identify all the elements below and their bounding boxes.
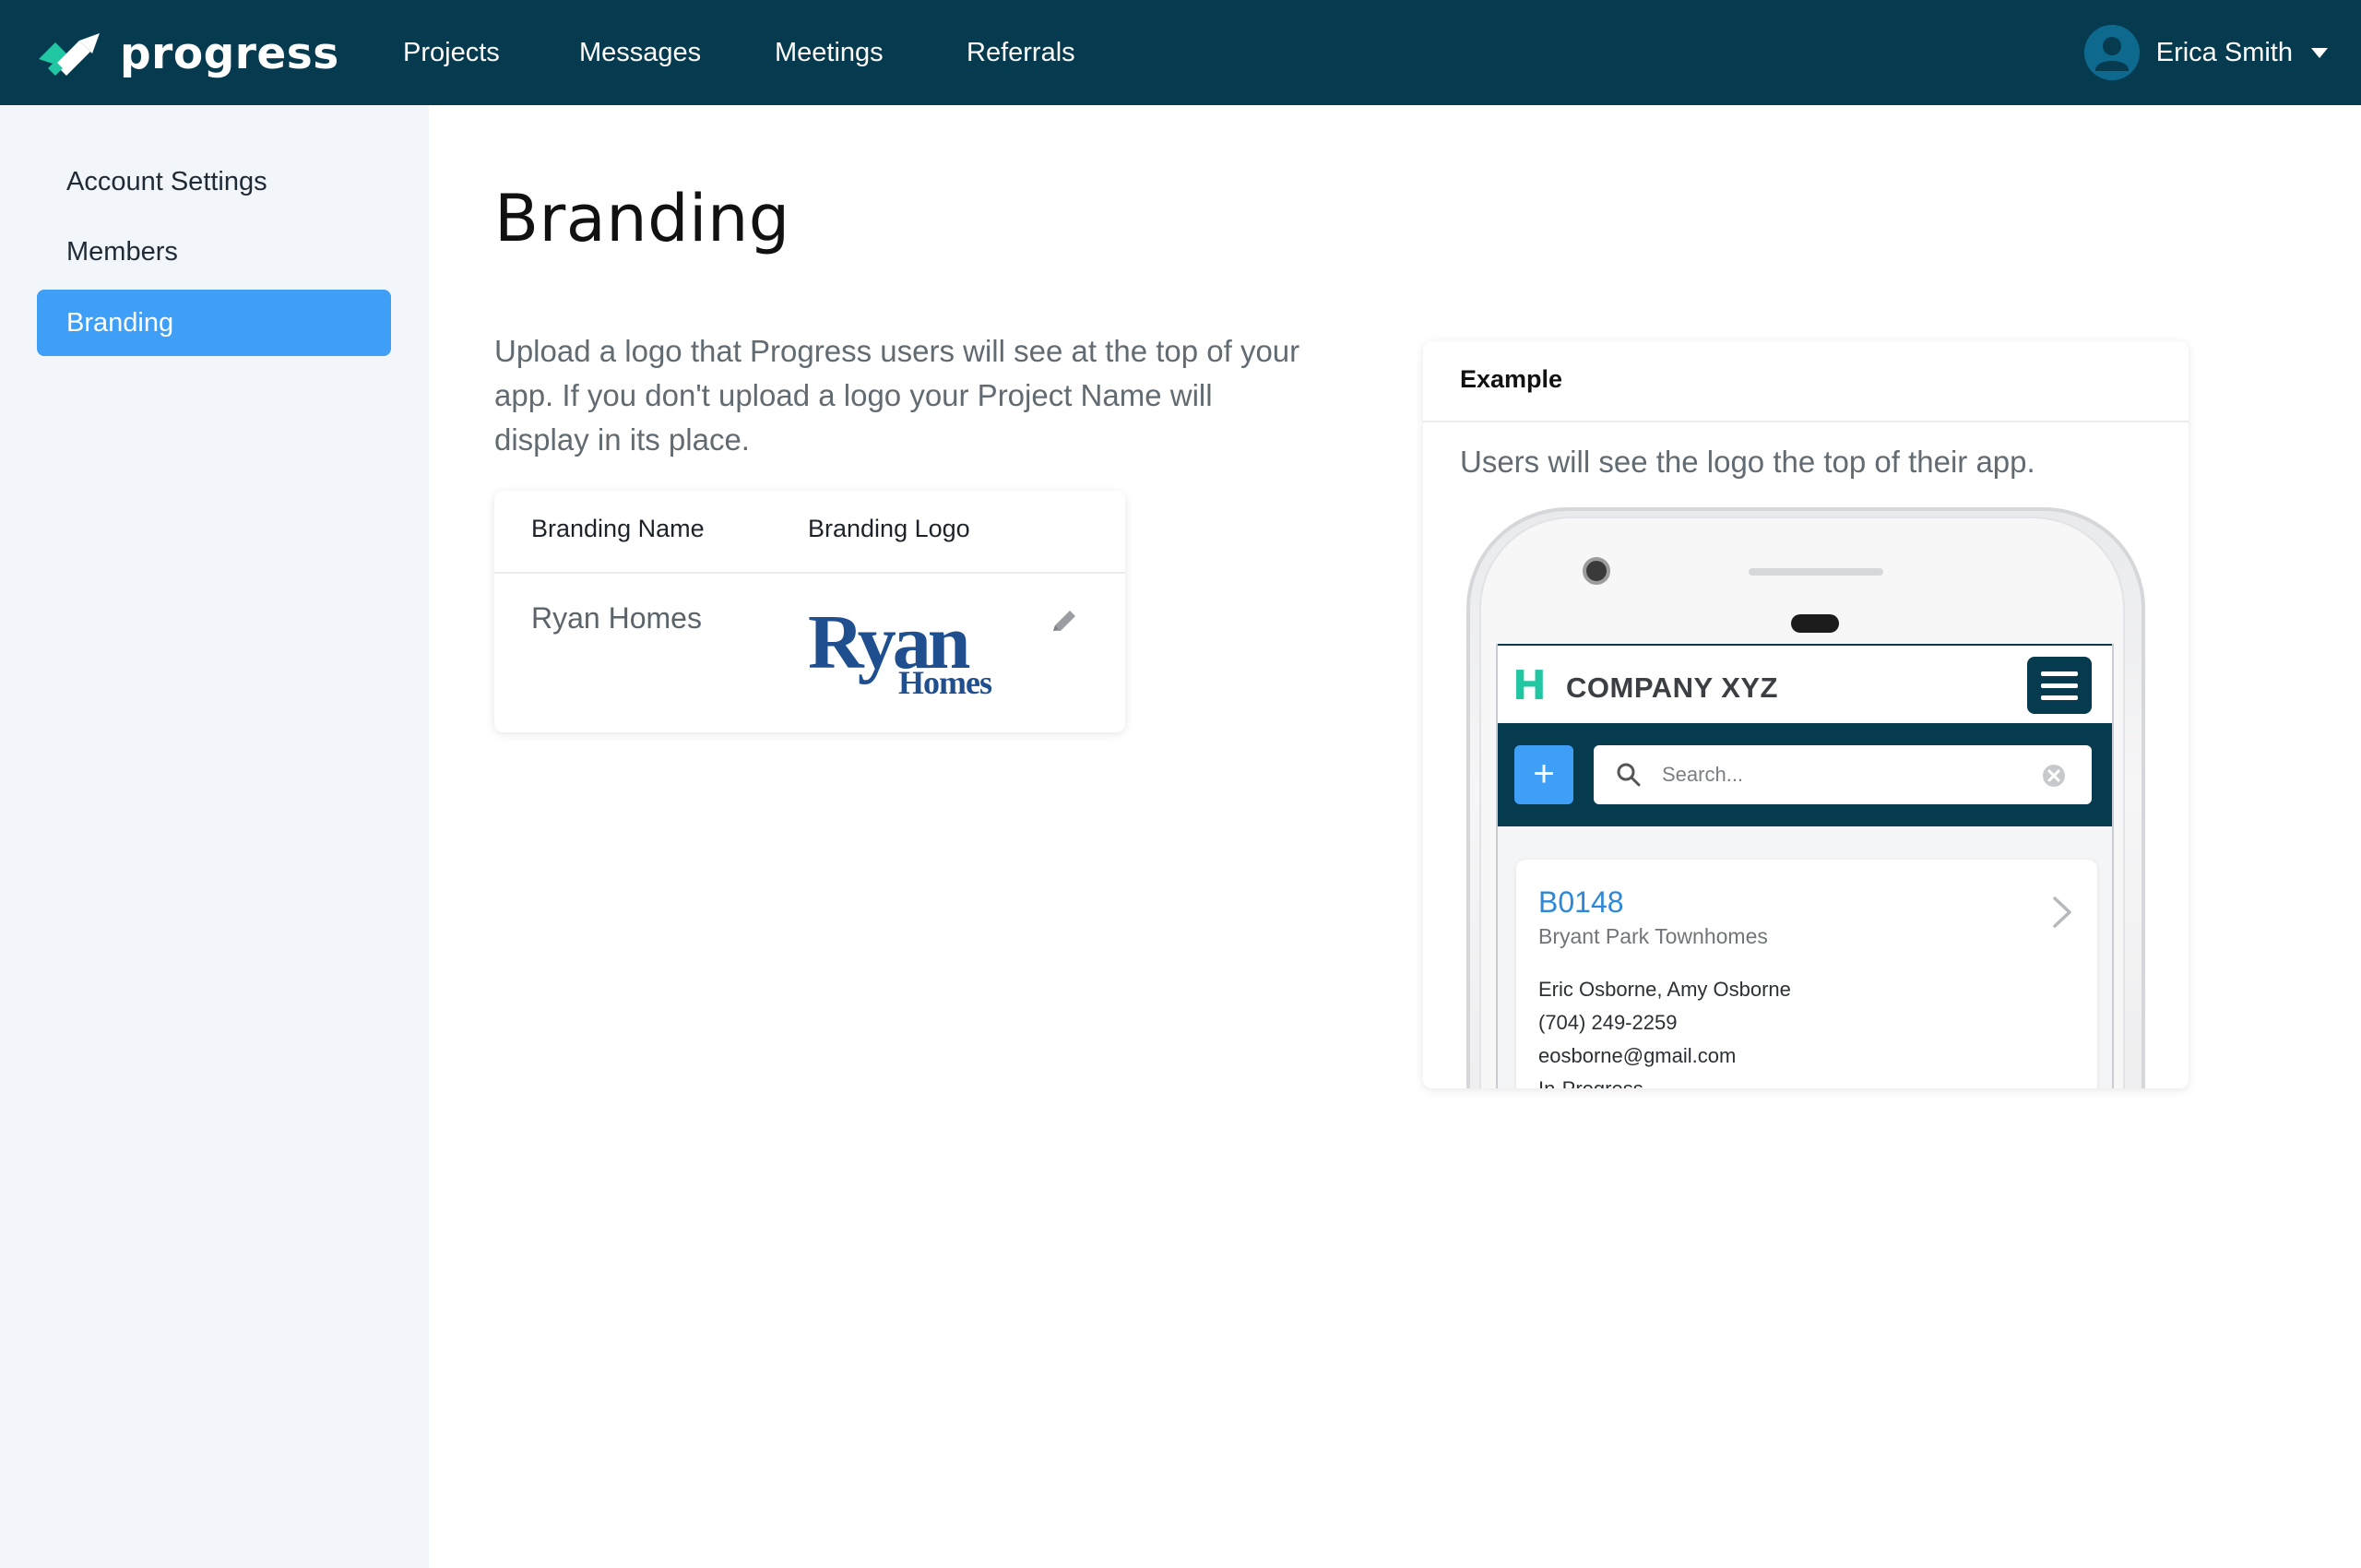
- example-card: Example Users will see the logo the top …: [1423, 341, 2189, 1088]
- project-id: B0148: [1538, 885, 1624, 919]
- project-status: In-Progress: [1538, 1077, 1643, 1088]
- chevron-down-icon[interactable]: [2311, 47, 2328, 58]
- search-input[interactable]: [1662, 745, 2031, 804]
- nav-projects[interactable]: Projects: [403, 35, 500, 70]
- search-box: [1594, 745, 2092, 804]
- chevron-right-icon[interactable]: [2051, 895, 2073, 930]
- hamburger-menu-icon[interactable]: [2027, 657, 2092, 714]
- search-icon: [1617, 763, 1641, 787]
- page-title: Branding: [494, 181, 790, 256]
- company-name: COMPANY XYZ: [1566, 671, 1778, 704]
- add-button[interactable]: +: [1514, 745, 1573, 804]
- sensor-icon: [1791, 614, 1839, 633]
- sidebar: Account Settings Members Branding: [0, 105, 429, 1568]
- example-card-header: Example: [1423, 341, 2189, 422]
- example-title: Example: [1460, 365, 1563, 393]
- app-name: progress: [120, 28, 339, 79]
- sidebar-item-members[interactable]: Members: [37, 219, 391, 285]
- branding-table-card: Branding Name Branding Logo Ryan Homes R…: [494, 491, 1125, 732]
- user-icon: [2083, 25, 2140, 80]
- project-phone: (704) 249-2259: [1538, 1011, 1678, 1034]
- nav-referrals[interactable]: Referrals: [967, 35, 1075, 70]
- project-name: Bryant Park Townhomes: [1538, 924, 1768, 948]
- example-subtitle: Users will see the logo the top of their…: [1460, 445, 2035, 479]
- column-header-branding-name: Branding Name: [531, 515, 705, 542]
- sidebar-item-account-settings[interactable]: Account Settings: [37, 148, 391, 215]
- project-contacts: Eric Osborne, Amy Osborne: [1538, 978, 1791, 1001]
- branding-name-value: Ryan Homes: [531, 601, 702, 635]
- phone-screen: H COMPANY XYZ + Search... B0148 Bryant P…: [1496, 644, 2114, 1088]
- ryan-homes-logo: Ryan Homes: [808, 603, 993, 701]
- column-header-branding-logo: Branding Logo: [808, 515, 970, 542]
- svg-text:Homes: Homes: [898, 664, 992, 701]
- app-header: H COMPANY XYZ: [1498, 644, 2112, 723]
- nav-meetings[interactable]: Meetings: [775, 35, 884, 70]
- camera-icon: [1583, 557, 1610, 585]
- clear-icon[interactable]: [2042, 764, 2066, 788]
- branding-description: Upload a logo that Progress users will s…: [494, 334, 1300, 457]
- user-name: Erica Smith: [2155, 37, 2293, 67]
- app-search-bar: +: [1498, 723, 2112, 826]
- avatar: [2083, 25, 2140, 80]
- nav-messages[interactable]: Messages: [579, 35, 701, 70]
- sidebar-item-branding[interactable]: Branding: [37, 290, 391, 356]
- user-menu[interactable]: Erica Smith: [2083, 25, 2328, 80]
- company-logo-icon: H: [1513, 662, 1547, 709]
- project-card[interactable]: B0148 Bryant Park Townhomes Eric Osborne…: [1516, 860, 2097, 1088]
- phone-mockup: H COMPANY XYZ + Search... B0148 Bryant P…: [1466, 507, 2145, 1088]
- progress-logo[interactable]: progress: [35, 28, 339, 79]
- top-navbar: progress Projects Messages Meetings Refe…: [0, 0, 2361, 105]
- pencil-icon[interactable]: [1048, 605, 1081, 638]
- branding-table-header: Branding Name Branding Logo: [494, 491, 1125, 574]
- speaker-grille: [1749, 568, 1883, 576]
- progress-logo-icon: [39, 33, 100, 76]
- project-email: eosborne@gmail.com: [1538, 1044, 1737, 1067]
